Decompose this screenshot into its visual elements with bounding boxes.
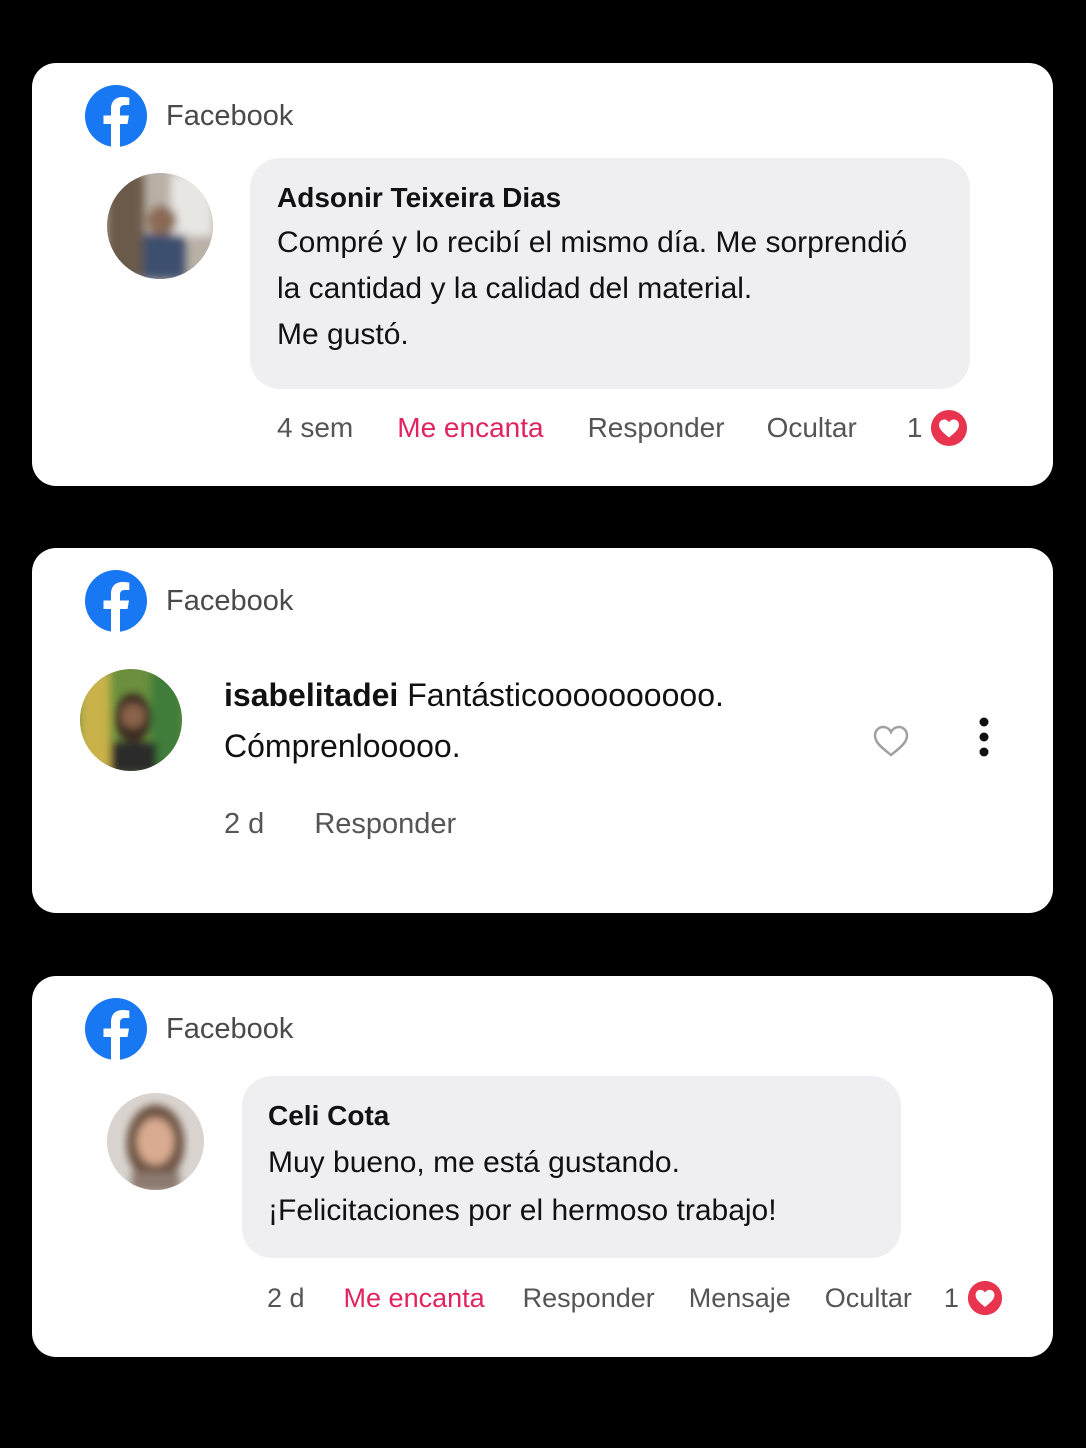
comment-timestamp[interactable]: 4 sem xyxy=(277,412,353,444)
comment-card: Facebook Adsonir Teixeira Dias Compré y … xyxy=(32,63,1053,486)
brand-label: Facebook xyxy=(166,1012,294,1045)
comment-text-line: isabelitadei Fantásticoooooooooo. xyxy=(224,677,824,714)
comment-actions: 2 d Responder xyxy=(224,804,456,844)
brand-header: Facebook xyxy=(85,570,293,632)
facebook-logo-icon xyxy=(85,85,147,147)
comment-timestamp[interactable]: 2 d xyxy=(267,1283,305,1314)
heart-reaction-icon[interactable] xyxy=(967,1280,1003,1316)
love-reaction-button[interactable]: Me encanta xyxy=(397,412,543,444)
brand-label: Facebook xyxy=(166,584,294,617)
comment-author[interactable]: Celi Cota xyxy=(268,1100,901,1132)
comment-text-line: Cómprenlooooo. xyxy=(224,728,461,764)
comment-timestamp[interactable]: 2 d xyxy=(224,808,264,841)
like-heart-outline-icon[interactable] xyxy=(872,724,910,758)
avatar[interactable] xyxy=(107,173,213,279)
comment-text-line: Me gustó. xyxy=(277,318,409,351)
brand-label: Facebook xyxy=(166,99,294,132)
reaction-count[interactable]: 1 xyxy=(907,412,923,444)
comment-body: isabelitadei Fantásticoooooooooo. Cómpre… xyxy=(224,677,824,765)
comment-card: Facebook Celi Cota Muy bueno, me está gu… xyxy=(32,976,1053,1357)
hide-button[interactable]: Ocultar xyxy=(825,1283,912,1314)
comment-card: Facebook isabelitadei Fantásticooooooooo… xyxy=(32,548,1053,913)
comment-author[interactable]: isabelitadei xyxy=(224,677,398,713)
comment-text-line: Muy bueno, me está gustando. xyxy=(268,1146,680,1179)
comment-actions: 4 sem Me encanta Responder Ocultar 1 xyxy=(277,408,968,448)
comment-bubble: Celi Cota Muy bueno, me está gustando. ¡… xyxy=(242,1076,901,1258)
heart-reaction-icon[interactable] xyxy=(930,409,968,447)
brand-header: Facebook xyxy=(85,998,293,1060)
reply-button[interactable]: Responder xyxy=(523,1283,655,1314)
comment-bubble: Adsonir Teixeira Dias Compré y lo recibí… xyxy=(250,158,970,389)
facebook-logo-icon xyxy=(85,570,147,632)
comment-text-line: Compré y lo recibí el mismo día. Me sorp… xyxy=(277,226,908,259)
reaction-count[interactable]: 1 xyxy=(944,1283,959,1314)
avatar[interactable] xyxy=(80,669,182,771)
comment-author[interactable]: Adsonir Teixeira Dias xyxy=(277,182,970,214)
brand-header: Facebook xyxy=(85,85,293,147)
avatar[interactable] xyxy=(107,1093,204,1190)
message-button[interactable]: Mensaje xyxy=(689,1283,791,1314)
facebook-logo-icon xyxy=(85,998,147,1060)
love-reaction-button[interactable]: Me encanta xyxy=(344,1283,485,1314)
comment-text: Fantásticoooooooooo. xyxy=(407,677,724,713)
comment-actions: 2 d Me encanta Responder Mensaje Ocultar… xyxy=(267,1278,1003,1318)
more-options-icon[interactable] xyxy=(974,716,994,760)
hide-button[interactable]: Ocultar xyxy=(767,412,857,444)
comment-text-line: la cantidad y la calidad del material. xyxy=(277,272,753,305)
reply-button[interactable]: Responder xyxy=(314,808,456,841)
reply-button[interactable]: Responder xyxy=(588,412,725,444)
comment-text-line: ¡Felicitaciones por el hermoso trabajo! xyxy=(268,1194,777,1227)
